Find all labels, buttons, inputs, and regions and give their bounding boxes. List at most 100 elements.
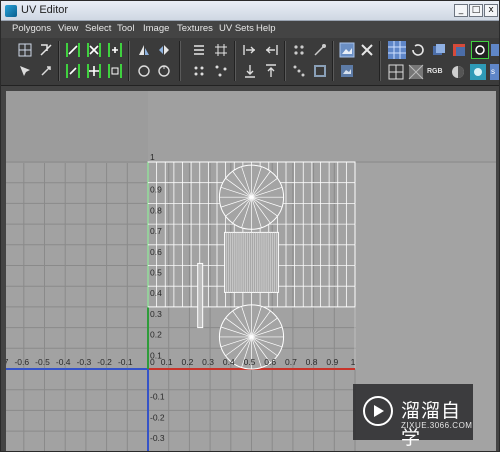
grid-snap-icon[interactable] (191, 63, 207, 79)
v-tick-label: -0.1 (150, 392, 165, 402)
menu-help[interactable]: Help (256, 23, 276, 34)
toolbar-separator (379, 41, 381, 81)
align-icon[interactable] (107, 42, 123, 58)
move-uv-icon[interactable] (17, 63, 33, 79)
title-bar[interactable]: UV Editor _ □ x (1, 1, 499, 21)
menu-tool[interactable]: Tool (117, 23, 134, 34)
uv-shell-thin (197, 262, 204, 329)
toolbar-separator (284, 41, 286, 81)
image-display-icon[interactable] (339, 42, 355, 58)
maximize-button[interactable]: □ (469, 4, 483, 17)
v-tick-label: 0.5 (150, 268, 162, 278)
u-tick-label: 1 (351, 357, 356, 367)
toolbar: RGB s (1, 38, 499, 86)
distribute-icon[interactable] (191, 42, 207, 58)
toolbar-separator (332, 41, 334, 81)
refresh-icon[interactable] (410, 42, 426, 58)
menu-textures[interactable]: Textures (177, 23, 213, 34)
shelf-overflow[interactable]: s (490, 64, 499, 80)
align-right-icon[interactable] (263, 42, 279, 58)
u-tick-label: 0.6 (264, 357, 276, 367)
dim-image-icon[interactable] (339, 63, 355, 79)
scatter-icon[interactable] (213, 63, 229, 79)
v-tick-label: 0.6 (150, 247, 162, 257)
u-tick-label: -0.5 (35, 357, 50, 367)
layout-icon[interactable] (213, 42, 229, 58)
isolate-icon[interactable] (359, 42, 375, 58)
alpha-channel-icon[interactable] (450, 64, 466, 80)
align-left-icon[interactable] (242, 42, 258, 58)
app-icon (5, 5, 17, 17)
v-tick-label: 0.8 (150, 205, 162, 215)
toolbar-separator (234, 41, 236, 81)
u-tick-label: -0.6 (14, 357, 29, 367)
pattern-icon[interactable] (408, 64, 424, 80)
v-tick-label: 0.9 (150, 185, 162, 195)
menu-select[interactable]: Select (85, 23, 111, 34)
minimize-button[interactable]: _ (454, 4, 468, 17)
v-tick-label: 0.1 (150, 350, 162, 360)
v-tick-label: 0.4 (150, 288, 162, 298)
v-tick-label: 1 (150, 152, 155, 162)
u-tick-label: 0.7 (285, 357, 297, 367)
shell-select-icon[interactable] (312, 42, 328, 58)
toolbar-separator (179, 41, 181, 81)
v-tick-label: -0.3 (150, 433, 165, 443)
u-tick-label: -0.7 (6, 357, 9, 367)
u-tick-label: -0.2 (97, 357, 112, 367)
toolbar-separator (128, 41, 130, 81)
play-logo-icon (363, 396, 393, 426)
cut-uv-icon[interactable] (38, 42, 54, 58)
align-top-icon[interactable] (263, 63, 279, 79)
close-button[interactable]: x (484, 4, 498, 17)
uv-grid-icon[interactable] (17, 42, 33, 58)
filter-icon[interactable] (451, 42, 467, 58)
v-tick-label: 0.7 (150, 226, 162, 236)
brand-watermark: 溜溜自学 ZIXUE.3066.COM (353, 384, 473, 449)
flip-v-icon[interactable] (86, 63, 102, 79)
flip-u-icon[interactable] (65, 63, 81, 79)
u-tick-label: 0.1 (161, 357, 173, 367)
menu-image[interactable]: Image (143, 23, 169, 34)
u-tick-label: 0.9 (326, 357, 338, 367)
v-tick-label: 0.3 (150, 309, 162, 319)
menu-view[interactable]: View (58, 23, 78, 34)
menu-bar: Polygons View Select Tool Image Textures… (1, 21, 499, 38)
v-tick-label: 0.2 (150, 330, 162, 340)
u-tick-label: 0.4 (223, 357, 235, 367)
snap-icon[interactable] (107, 63, 123, 79)
brand-url: ZIXUE.3066.COM (401, 421, 473, 430)
rotate-right-icon[interactable] (156, 63, 172, 79)
u-tick-label: 0.2 (181, 357, 193, 367)
smooth-icon[interactable] (470, 64, 486, 80)
checker-icon[interactable] (388, 64, 404, 80)
overflow-icon[interactable] (491, 42, 499, 58)
v-tick-label: -0.2 (150, 412, 165, 422)
texture-tiles-icon[interactable] (388, 41, 406, 59)
window-title: UV Editor (21, 4, 69, 16)
u-tick-label: -0.3 (77, 357, 92, 367)
align-bottom-icon[interactable] (242, 63, 258, 79)
uv-editor-window: UV Editor _ □ x Polygons View Select Too… (0, 0, 500, 456)
unfold-icon[interactable] (65, 42, 81, 58)
rotate-left-icon[interactable] (136, 63, 152, 79)
image-toggle-icon[interactable] (312, 63, 328, 79)
u-tick-label: -0.4 (56, 357, 71, 367)
sew-uv-icon[interactable] (86, 42, 102, 58)
select-grid-icon[interactable] (291, 42, 307, 58)
upper-background (148, 91, 496, 163)
rgb-channel-button[interactable]: RGB (427, 65, 447, 79)
border-select-icon[interactable] (291, 63, 307, 79)
u-tick-label: 0.3 (202, 357, 214, 367)
menu-polygons[interactable]: Polygons (12, 23, 51, 34)
rotate-cw-icon[interactable] (156, 42, 172, 58)
exposure-icon[interactable] (471, 41, 489, 59)
u-tick-label: 0.5 (244, 357, 256, 367)
rotate-ccw-icon[interactable] (136, 42, 152, 58)
u-tick-label: -0.1 (118, 357, 133, 367)
menu-uv-sets[interactable]: UV Sets (219, 23, 254, 34)
toolbar-separator (58, 41, 60, 81)
merge-icon[interactable] (38, 63, 54, 79)
shade-icon[interactable] (431, 42, 447, 58)
u-tick-label: 0.8 (306, 357, 318, 367)
